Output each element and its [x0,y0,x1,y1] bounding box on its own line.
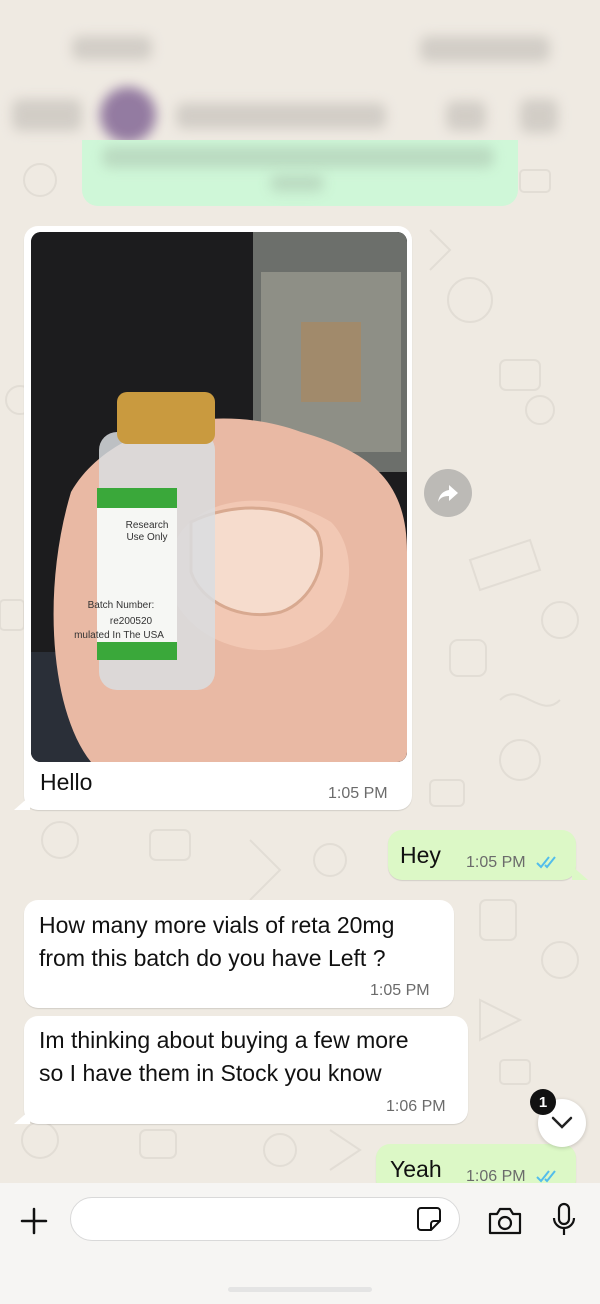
vial-photo[interactable]: Research Use Only Batch Number: re200520… [31,232,407,762]
mic-icon [552,1202,576,1235]
message-time: 1:05 PM [370,982,430,999]
back-button[interactable] [12,99,82,131]
chat-header [0,85,600,145]
message-text: How many more vials of reta 20mg from th… [39,912,395,971]
sticker-icon [417,1207,441,1231]
forward-button[interactable] [424,469,472,517]
sticker-button[interactable] [413,1204,445,1234]
forward-icon [438,485,458,502]
bubble-tail [572,866,588,880]
vial-label-line4: re200520 [110,616,153,627]
vial-label-line1: Research [126,520,169,531]
video-call-icon[interactable] [446,101,486,131]
message-input[interactable] [70,1197,460,1241]
avatar[interactable] [100,87,156,143]
message-text: Hey [400,842,441,868]
bubble-tail [14,796,30,810]
vial-label-line2: Use Only [126,532,167,543]
vial-label-line5: mulated In The USA [74,630,164,641]
unread-count-badge: 1 [530,1089,556,1115]
incoming-message[interactable]: How many more vials of reta 20mg from th… [24,900,454,1008]
camera-button[interactable] [484,1201,526,1241]
blurred-message-card [82,140,518,206]
chevron-down-icon [551,1116,573,1129]
message-text: Yeah [390,1156,442,1182]
outgoing-message[interactable]: Hey 1:05 PM [388,830,576,880]
add-attachment-button[interactable] [14,1201,54,1241]
message-time: 1:05 PM [466,854,526,871]
plus-icon [20,1207,48,1235]
read-ticks-icon [536,856,556,869]
status-bar [0,20,600,80]
home-indicator [228,1287,372,1292]
message-time: 1:05 PM [328,785,388,802]
message-time: 1:06 PM [386,1098,446,1115]
contact-name[interactable] [176,103,386,129]
incoming-message[interactable]: Im thinking about buying a few more so I… [24,1016,468,1124]
camera-icon [488,1207,522,1235]
bubble-tail [14,1110,30,1124]
vial-label-line3: Batch Number: [88,600,155,611]
voice-record-button[interactable] [544,1197,584,1243]
read-ticks-icon [536,1170,556,1183]
message-text: Im thinking about buying a few more so I… [39,1027,409,1086]
voice-call-icon[interactable] [520,99,558,133]
vial-photo-image: Research Use Only Batch Number: re200520… [31,232,407,762]
message-input-bar [0,1183,600,1304]
message-text: Hello [40,769,93,795]
